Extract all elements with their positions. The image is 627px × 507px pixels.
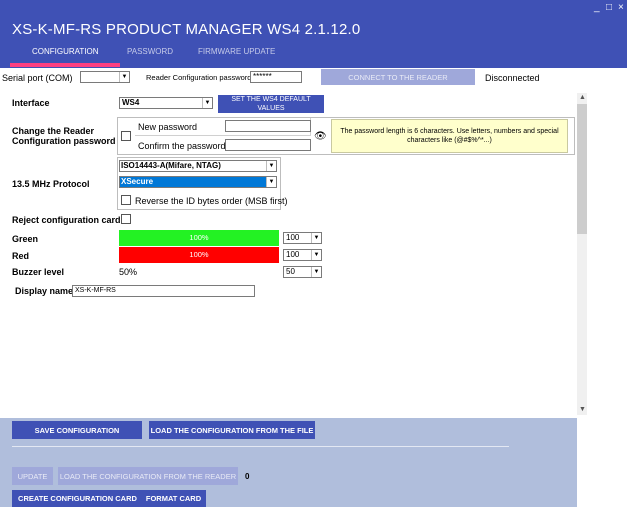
buzzer-label: Buzzer level <box>12 267 65 277</box>
scrollbar-thumb[interactable] <box>577 104 587 234</box>
interface-value: WS4 <box>122 98 140 107</box>
serial-port-select[interactable]: ▼ <box>80 71 130 83</box>
password-hint-tooltip: The password length is 6 characters. Use… <box>331 119 568 153</box>
scroll-up-icon[interactable]: ▲ <box>579 94 586 101</box>
create-configuration-card-button[interactable]: CREATE CONFIGURATION CARD <box>12 490 143 507</box>
display-name-input[interactable]: XS-K-MF-RS <box>72 285 255 297</box>
red-value: 100 <box>286 250 300 259</box>
buzzer-percent: 50% <box>119 267 138 277</box>
reader-password-input[interactable]: ****** <box>250 71 302 83</box>
bottom-divider <box>12 446 509 447</box>
protocol-label: 13.5 MHz Protocol <box>12 179 90 189</box>
connect-button[interactable]: CONNECT TO THE READER <box>321 69 475 85</box>
buzzer-value-select[interactable]: 50 ▼ <box>283 266 322 278</box>
eye-icon[interactable]: 👁 <box>314 131 327 142</box>
chevron-down-icon: ▼ <box>119 72 129 82</box>
confirm-password-label: Confirm the password <box>138 141 226 151</box>
scroll-down-icon[interactable]: ▼ <box>579 406 586 413</box>
protocol-sub-select[interactable]: XSecure ▼ <box>119 176 277 188</box>
protocol-sub-value: XSecure <box>121 177 154 186</box>
reader-count: 0 <box>245 472 250 481</box>
interface-select[interactable]: WS4 ▼ <box>119 97 213 109</box>
app-title: XS-K-MF-RS PRODUCT MANAGER WS4 2.1.12.0 <box>12 21 361 38</box>
close-icon[interactable]: × <box>618 3 624 13</box>
tab-firmware-update[interactable]: FIRMWARE UPDATE <box>198 47 275 56</box>
buzzer-value: 50 <box>286 267 295 276</box>
reject-config-card-checkbox[interactable] <box>121 214 131 224</box>
load-configuration-from-file-button[interactable]: LOAD THE CONFIGURATION FROM THE FILE <box>149 421 315 439</box>
update-button[interactable]: UPDATE <box>12 467 53 485</box>
serial-port-label: Serial port (COM) <box>2 73 73 83</box>
chevron-down-icon: ▼ <box>311 250 321 260</box>
red-percent: 100% <box>189 250 209 259</box>
confirm-password-input[interactable] <box>225 139 311 151</box>
green-percent: 100% <box>189 233 209 242</box>
format-card-button[interactable]: FORMAT CARD <box>141 490 206 507</box>
change-password-label: Change the Reader Configuration password <box>12 126 116 146</box>
reverse-bytes-label: Reverse the ID bytes order (MSB first) <box>135 196 288 206</box>
chevron-down-icon: ▼ <box>202 98 212 108</box>
chevron-down-icon: ▼ <box>266 161 276 171</box>
load-configuration-from-reader-button[interactable]: LOAD THE CONFIGURATION FROM THE READER <box>58 467 238 485</box>
minimize-icon[interactable]: _ <box>594 3 600 13</box>
red-label: Red <box>12 251 30 261</box>
chevron-down-icon: ▼ <box>266 177 276 187</box>
set-default-values-button[interactable]: SET THE WS4 DEFAULT VALUES <box>218 95 324 113</box>
active-tab-indicator <box>10 63 120 67</box>
tab-password[interactable]: PASSWORD <box>127 47 173 56</box>
reject-config-card-label: Reject configuration card <box>12 215 121 225</box>
protocol-value: ISO14443-A(Mifare, NTAG) <box>121 161 221 170</box>
new-password-label: New password <box>138 122 198 132</box>
interface-label: Interface <box>12 98 50 108</box>
connection-status: Disconnected <box>485 73 540 83</box>
save-configuration-button[interactable]: SAVE CONFIGURATION <box>12 421 142 439</box>
chevron-down-icon: ▼ <box>311 267 321 277</box>
green-label: Green <box>12 234 39 244</box>
green-value-select[interactable]: 100 ▼ <box>283 232 322 244</box>
protocol-select[interactable]: ISO14443-A(Mifare, NTAG) ▼ <box>119 160 277 172</box>
display-name-label: Display name <box>15 286 74 296</box>
reverse-bytes-checkbox[interactable] <box>121 195 131 205</box>
tab-configuration[interactable]: CONFIGURATION <box>32 47 99 56</box>
new-password-input[interactable] <box>225 120 311 132</box>
chevron-down-icon: ▼ <box>311 233 321 243</box>
reader-password-label: Reader Configuration password <box>146 73 252 82</box>
green-value: 100 <box>286 233 300 242</box>
red-value-select[interactable]: 100 ▼ <box>283 249 322 261</box>
maximize-icon[interactable]: □ <box>606 3 612 13</box>
change-password-checkbox[interactable] <box>121 131 131 141</box>
